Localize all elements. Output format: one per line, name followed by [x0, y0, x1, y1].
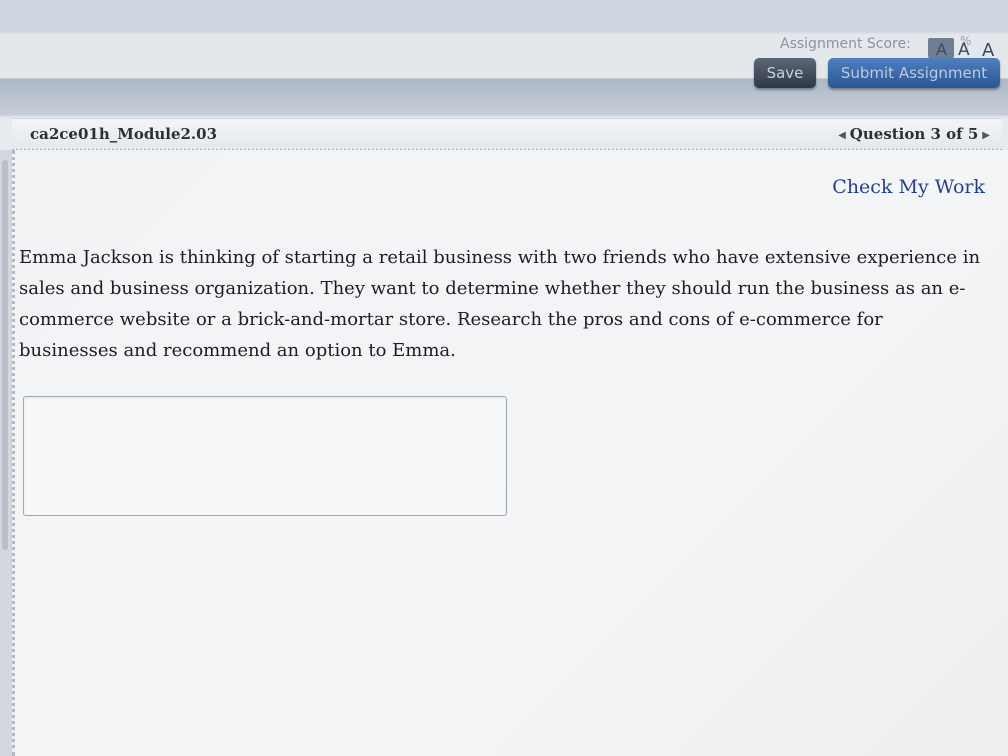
module-name: ca2ce01h_Module2.03	[30, 125, 218, 143]
check-my-work-link[interactable]: Check My Work	[832, 176, 985, 198]
save-button[interactable]: Save	[754, 58, 816, 88]
module-bar: ca2ce01h_Module2.03 ◀ Question 3 of 5 ▶	[12, 118, 1002, 151]
browser-top-strip	[0, 0, 1008, 32]
answer-input[interactable]	[23, 396, 507, 516]
font-size-medium-button[interactable]: A	[958, 40, 970, 60]
question-panel: Check My Work Emma Jackson is thinking o…	[12, 150, 1008, 756]
submit-assignment-button[interactable]: Submit Assignment	[828, 58, 1000, 88]
chevron-right-icon[interactable]: ▶	[982, 130, 990, 141]
scrollbar[interactable]	[2, 160, 8, 550]
font-size-small-button[interactable]: A	[936, 40, 947, 59]
question-counter: Question 3 of 5	[849, 125, 979, 143]
question-navigator: ◀ Question 3 of 5 ▶	[834, 125, 994, 143]
assignment-score-label: Assignment Score:	[780, 36, 911, 52]
chevron-left-icon[interactable]: ◀	[838, 130, 846, 141]
assignment-page: Assignment Score: % A A A Save Submit As…	[0, 0, 1008, 756]
question-text: Emma Jackson is thinking of starting a r…	[19, 247, 981, 361]
